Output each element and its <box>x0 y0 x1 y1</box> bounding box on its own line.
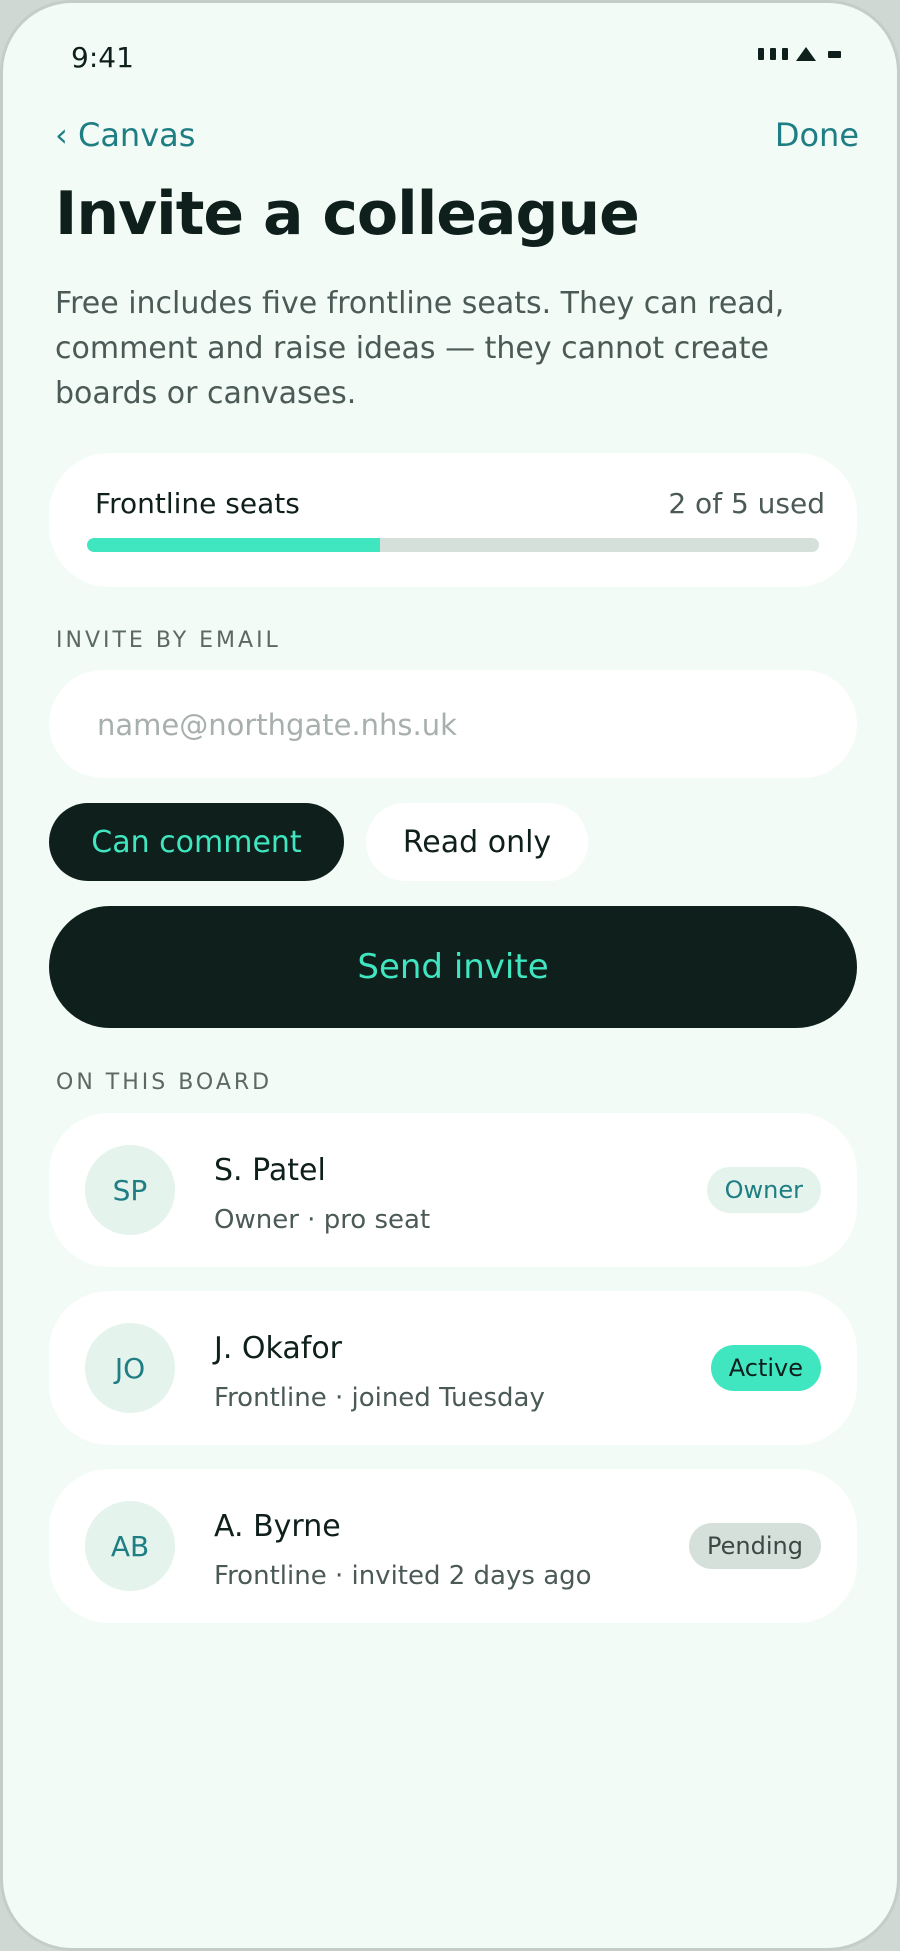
seat-usage-label: Frontline seats <box>95 487 300 520</box>
signal-icon <box>758 48 788 60</box>
seat-usage-card: Frontline seats 2 of 5 used <box>49 453 857 587</box>
chevron-left-icon: ‹ <box>55 116 68 154</box>
permission-read-only-button[interactable]: Read only <box>366 803 588 881</box>
status-badge: Owner <box>706 1167 821 1213</box>
member-card[interactable]: AB A. Byrne Frontline · invited 2 days a… <box>49 1469 857 1623</box>
email-field-container <box>49 670 857 780</box>
member-card[interactable]: JO J. Okafor Frontline · joined Tuesday … <box>49 1291 857 1445</box>
seat-usage-count: 2 of 5 used <box>668 487 825 520</box>
member-detail: Frontline · joined Tuesday <box>214 1383 545 1413</box>
email-input[interactable] <box>95 670 819 780</box>
invite-section-label: INVITE BY EMAIL <box>56 628 281 653</box>
member-detail: Owner · pro seat <box>214 1205 431 1235</box>
page-title: Invite a colleague <box>55 179 640 249</box>
system-icons <box>758 47 841 61</box>
send-invite-button[interactable]: Send invite <box>49 906 857 1028</box>
member-name: A. Byrne <box>214 1509 341 1544</box>
board-section-label: ON THIS BOARD <box>56 1070 273 1095</box>
back-button[interactable]: ‹ Canvas <box>55 116 195 154</box>
status-bar: 9:41 <box>71 41 841 81</box>
back-label: Canvas <box>77 116 196 154</box>
member-name: J. Okafor <box>214 1331 343 1366</box>
status-badge: Active <box>710 1345 821 1391</box>
seat-progress-fill <box>87 538 380 552</box>
permission-can-comment-button[interactable]: Can comment <box>49 803 344 881</box>
wifi-icon <box>796 47 816 61</box>
member-detail: Frontline · invited 2 days ago <box>214 1561 592 1591</box>
avatar: JO <box>85 1323 175 1413</box>
done-button[interactable]: Done <box>775 116 859 154</box>
member-card[interactable]: SP S. Patel Owner · pro seat Owner <box>49 1113 857 1267</box>
avatar: AB <box>85 1501 175 1591</box>
status-badge: Pending <box>689 1523 821 1569</box>
member-name: S. Patel <box>214 1153 326 1188</box>
phone-screen: 9:41 ‹ Canvas Done Invite a colleague Fr… <box>0 0 900 1951</box>
seat-progress-bar <box>87 538 819 552</box>
avatar: SP <box>85 1145 175 1235</box>
status-time: 9:41 <box>71 41 134 74</box>
battery-icon <box>828 50 841 58</box>
page-description: Free includes five frontline seats. They… <box>55 286 785 411</box>
